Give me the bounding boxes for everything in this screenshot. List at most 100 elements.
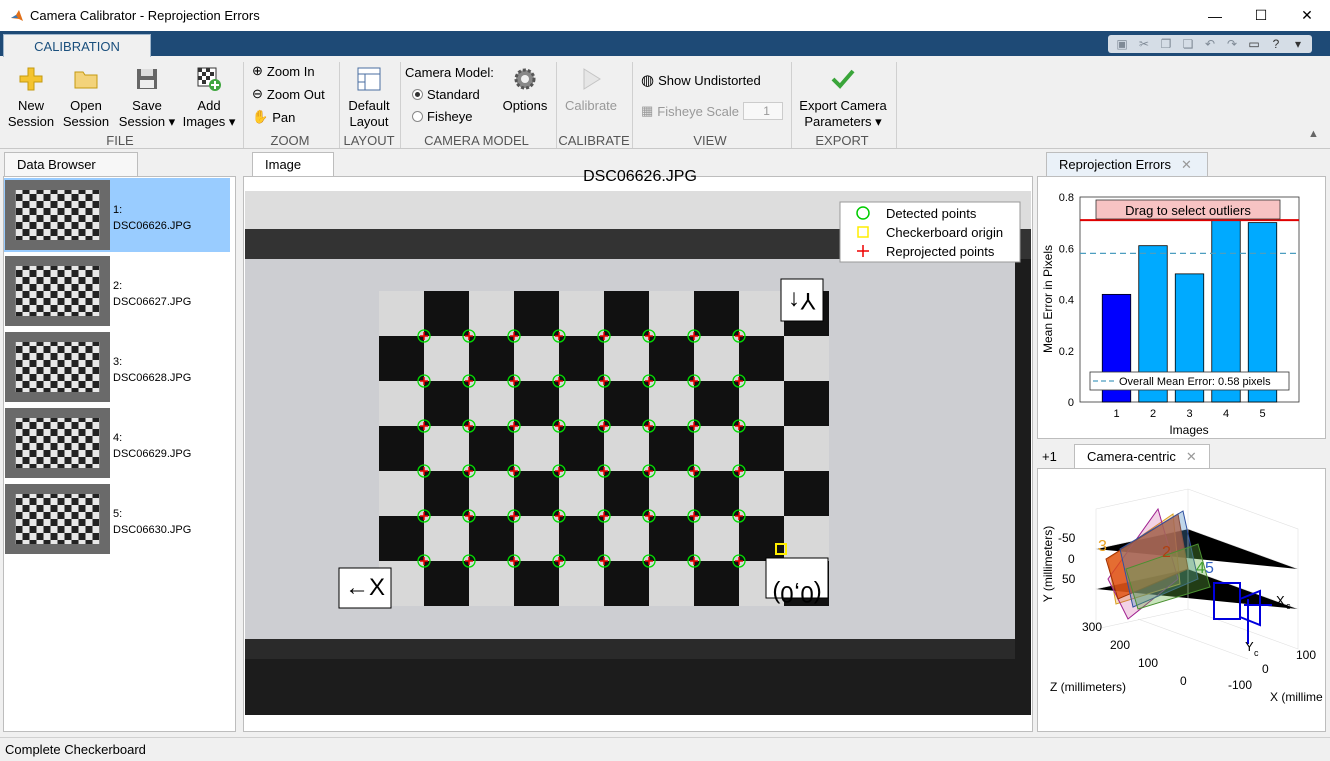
tab-calibration[interactable]: CALIBRATION <box>3 34 151 58</box>
image-tab-label: Image <box>265 157 302 172</box>
checker-square <box>424 516 469 561</box>
collapse-ribbon-icon[interactable]: ▲ <box>1308 128 1319 140</box>
x-axis-label: ←X <box>345 574 385 601</box>
new-session-button[interactable]: New Session <box>5 66 57 130</box>
window-title: Camera Calibrator - Reprojection Errors <box>30 8 260 23</box>
tab-camera-centric[interactable]: Camera-centric ✕ <box>1074 444 1210 468</box>
checker-icon: ◍ <box>641 72 655 89</box>
add-images-button[interactable]: Add Images ▾ <box>180 66 238 130</box>
x-tick-label: 4 <box>1223 408 1229 420</box>
show-undistorted-button[interactable]: ◍ Show Undistorted <box>641 71 761 89</box>
3d-ztick: 0 <box>1180 674 1187 688</box>
calibrate-label: Calibrate <box>564 98 618 113</box>
thumbnail-caption: 2: DSC06627.JPG <box>113 278 191 310</box>
checker-square <box>649 516 694 561</box>
checker-square <box>694 381 739 426</box>
checker-square <box>604 471 649 516</box>
taskbar <box>245 639 1015 659</box>
thumbnail-caption: 1: DSC06626.JPG <box>113 202 191 234</box>
checker-square <box>739 336 784 381</box>
help-icon[interactable]: ? <box>1266 35 1286 53</box>
maximize-button[interactable]: ☐ <box>1238 0 1284 31</box>
checker-square <box>469 381 514 426</box>
cut-icon[interactable]: ✂ <box>1134 35 1154 53</box>
checker-square <box>784 336 829 381</box>
zoom-out-button[interactable]: ⊖ Zoom Out <box>252 86 325 102</box>
status-text: Complete Checkerboard <box>5 742 146 757</box>
copy-icon[interactable]: ❐ <box>1156 35 1176 53</box>
checker-square <box>604 516 649 561</box>
thumbnail-item[interactable]: 1: DSC06626.JPG <box>4 178 230 252</box>
thumbnail-index: 2: <box>113 280 123 292</box>
checker-square <box>784 426 829 471</box>
checker-square <box>784 516 829 561</box>
thumbnail-image <box>5 256 110 326</box>
checker-square <box>559 516 604 561</box>
thumbnail-image <box>5 484 110 554</box>
reprojection-tab-label: Reprojection Errors <box>1059 157 1171 172</box>
cam-x-label: X <box>1276 593 1285 608</box>
camera-model-label: Camera Model: <box>405 65 494 80</box>
thumbnail-index: 4: <box>113 432 123 444</box>
save-session-button[interactable]: Save Session ▾ <box>118 66 176 130</box>
thumbnail-item[interactable]: 3: DSC06628.JPG <box>4 330 230 404</box>
zoom-in-button[interactable]: ⊕ Zoom In <box>252 63 315 79</box>
thumbnail-item[interactable]: 5: DSC06630.JPG <box>4 482 230 556</box>
paste-icon[interactable]: ❏ <box>1178 35 1198 53</box>
export-camera-parameters-button[interactable]: Export Camera Parameters ▾ <box>796 66 890 130</box>
y-tick-label: 0.8 <box>1059 192 1074 204</box>
thumbnail-index: 3: <box>113 356 123 368</box>
checker-square <box>424 381 469 426</box>
cam-y-label: Y <box>1245 639 1254 654</box>
close-button[interactable]: ✕ <box>1284 0 1330 31</box>
redo-icon[interactable]: ↷ <box>1222 35 1242 53</box>
close-tab-icon[interactable]: ✕ <box>1181 157 1192 173</box>
checker-square <box>559 561 604 606</box>
x-tick-label: 1 <box>1113 408 1119 420</box>
checker-square <box>424 471 469 516</box>
quick-access-toolbar: ▣ ✂ ❐ ❏ ↶ ↷ ▭ ? ▾ <box>1108 35 1312 53</box>
checker-square <box>514 336 559 381</box>
standard-radio[interactable]: Standard <box>412 87 480 102</box>
calibrate-button[interactable]: Calibrate <box>560 66 622 114</box>
thumbnail-item[interactable]: 4: DSC06629.JPG <box>4 406 230 480</box>
tab-image[interactable]: Image <box>252 152 334 176</box>
new-session-icon <box>19 67 43 91</box>
open-session-button[interactable]: Open Session <box>60 66 112 130</box>
save-icon[interactable]: ▣ <box>1112 35 1132 53</box>
checker-square <box>469 516 514 561</box>
window-icon[interactable]: ▭ <box>1244 35 1264 53</box>
tab-data-browser[interactable]: Data Browser <box>4 152 138 176</box>
extrinsics-3d-plot: 3 2 4 5 Z X c Y c Y (millimeters) -50 0 … <box>1041 488 1323 704</box>
matlab-logo-icon <box>11 9 23 21</box>
3d-zlabel: Z (millimeters) <box>1050 680 1126 694</box>
checker-square <box>604 426 649 471</box>
checker-square <box>649 381 694 426</box>
fisheye-radio[interactable]: Fisheye <box>412 109 473 124</box>
3d-xtick: -100 <box>1228 678 1252 692</box>
zoom-in-label: Zoom In <box>266 63 315 79</box>
tab-more[interactable]: +1 <box>1038 444 1066 468</box>
tab-reprojection-errors[interactable]: Reprojection Errors ✕ <box>1046 152 1208 176</box>
x-tick-label: 5 <box>1259 408 1265 420</box>
3d-ztick: 300 <box>1082 620 1102 634</box>
checker-square <box>379 381 424 426</box>
3d-ylabel: Y (millimeters) <box>1041 526 1055 602</box>
thumbnail-filename: DSC06630.JPG <box>113 524 192 536</box>
options-button[interactable]: Options <box>498 66 552 114</box>
status-bar: Complete Checkerboard <box>0 737 1330 761</box>
close-tab-icon[interactable]: ✕ <box>1186 449 1197 465</box>
y-tick-label: 0 <box>1068 397 1074 409</box>
folder-icon <box>74 71 98 89</box>
hand-icon: ✋ <box>252 109 269 124</box>
expand-icon[interactable]: ▾ <box>1288 35 1308 53</box>
checker-square <box>514 291 559 336</box>
pan-button[interactable]: ✋ Pan <box>252 109 295 125</box>
default-layout-button[interactable]: Default Layout <box>343 66 395 130</box>
undo-icon[interactable]: ↶ <box>1200 35 1220 53</box>
minimize-button[interactable]: — <box>1192 0 1238 31</box>
thumbnail-item[interactable]: 2: DSC06627.JPG <box>4 254 230 328</box>
fisheye-scale-input[interactable]: 1 <box>742 102 783 120</box>
checker-square <box>649 426 694 471</box>
group-view-label: VIEW <box>693 133 727 148</box>
